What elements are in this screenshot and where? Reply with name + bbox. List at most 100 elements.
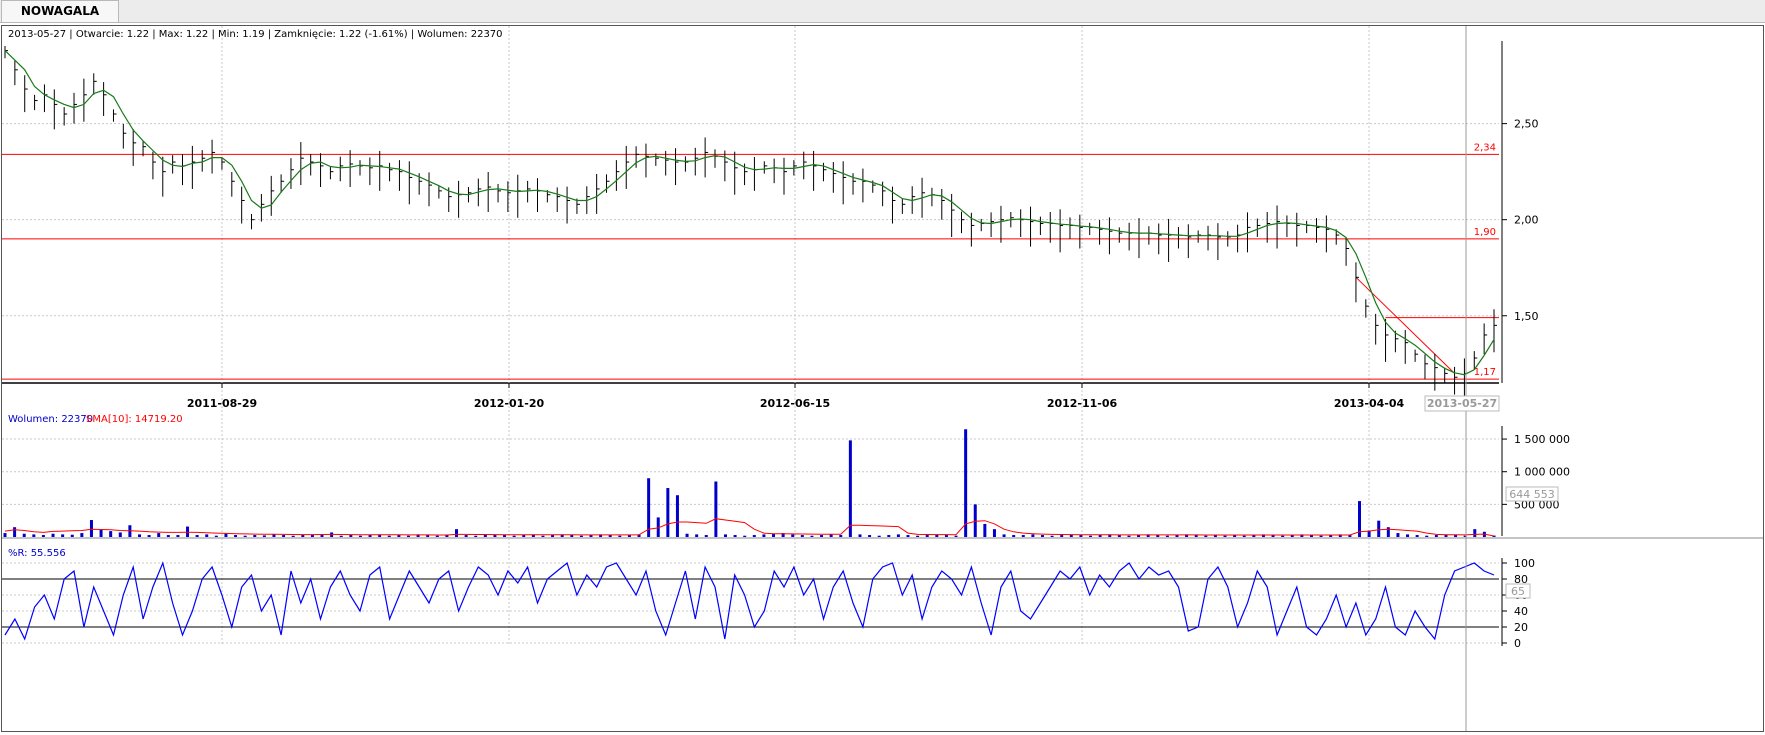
volume-bar: [137, 534, 141, 537]
chart-grid: [2, 26, 1499, 646]
volume-bar: [1454, 535, 1458, 537]
volume-bar: [435, 535, 439, 537]
price-y-tick-label: 1,50: [1514, 310, 1539, 323]
volume-bar: [1319, 535, 1323, 537]
volume-bar: [973, 504, 977, 537]
volume-bar: [1021, 535, 1025, 537]
volume-bar: [752, 535, 756, 537]
volume-bar: [195, 535, 199, 537]
volume-bar: [1031, 534, 1035, 537]
wr-y-tick-label: 40: [1514, 605, 1528, 618]
volume-bar: [1089, 535, 1093, 537]
volume-bar: [224, 533, 228, 537]
volume-bar: [1377, 520, 1381, 537]
volume-bar: [1396, 533, 1400, 537]
current-date-label: 2013-05-27: [1427, 397, 1497, 410]
volume-bar: [868, 535, 872, 537]
volume-bar: [1473, 529, 1477, 537]
volume-bar: [474, 535, 478, 537]
x-tick-label: 2012-11-06: [1047, 397, 1118, 410]
x-tick-label: 2013-04-04: [1334, 397, 1405, 410]
volume-bar: [743, 535, 747, 537]
volume-bar: [339, 535, 343, 537]
volume-bar: [791, 534, 795, 537]
stock-chart[interactable]: 2,34 1,90 1,17 2011-08-29 2012-01-20 2012-06…: [2, 26, 1763, 731]
volume-bar: [1242, 535, 1246, 537]
tab-nowagala[interactable]: NOWAGALA: [1, 0, 119, 22]
volume-bar: [1406, 534, 1410, 537]
volume-bar: [896, 534, 900, 537]
wr-y-tick-label: 100: [1514, 557, 1535, 570]
volume-bar: [80, 533, 84, 537]
volume-bar: [358, 535, 362, 537]
volume-bar: [1002, 534, 1006, 537]
volume-legend-sma: SMA[10]: 14719.20: [86, 414, 183, 425]
volume-bar: [1434, 535, 1438, 537]
volume-bar: [858, 534, 862, 537]
volume-bar: [570, 535, 574, 537]
volume-bar: [906, 535, 910, 537]
volume-bar: [723, 534, 727, 537]
volume-bar: [800, 535, 804, 537]
resistance-lines: 2,34 1,90 1,17: [2, 142, 1499, 380]
volume-bar: [541, 535, 545, 537]
volume-bar: [493, 535, 497, 537]
volume-value-marker: 644 553: [1505, 486, 1559, 502]
volume-bar: [70, 534, 74, 537]
x-tick-label: 2012-06-15: [760, 397, 830, 410]
volume-bar: [848, 440, 852, 537]
volume-bar: [810, 535, 814, 537]
volume-bar: [464, 535, 468, 537]
volume-bar: [1425, 535, 1429, 537]
volume-bar: [839, 535, 843, 537]
volume-bar: [387, 535, 391, 537]
volume-bar: [503, 535, 507, 537]
volume-bar: [1386, 527, 1390, 537]
volume-bar: [1165, 535, 1169, 537]
volume-bar: [1079, 535, 1083, 537]
volume-bar: [685, 533, 689, 537]
price-y-tick-label: 2,50: [1514, 118, 1539, 131]
volume-bar: [61, 534, 65, 537]
volume-bar: [522, 535, 526, 537]
volume-bar: [109, 531, 113, 537]
volume-legend-main: Wolumen: 22370: [8, 414, 93, 425]
volume-bar: [916, 535, 920, 537]
volume-bar: [1012, 535, 1016, 537]
volume-bar: [234, 535, 238, 537]
volume-bar: [262, 535, 266, 537]
volume-bar: [1127, 535, 1131, 537]
price-y-tick-label: 2,00: [1514, 214, 1539, 227]
volume-bar: [704, 535, 708, 537]
wr-y-tick-label: 20: [1514, 621, 1528, 634]
volume-bar: [1050, 535, 1054, 537]
level-label: 2,34: [1474, 142, 1496, 153]
volume-bar: [41, 535, 45, 537]
volume-bar: [32, 534, 36, 537]
volume-bar: [1098, 535, 1102, 537]
volume-bar: [762, 534, 766, 537]
volume-bar: [925, 535, 929, 537]
volume-bars: [3, 429, 1496, 537]
volume-bar: [1223, 535, 1227, 537]
volume-bar: [406, 535, 410, 537]
volume-bar: [99, 529, 103, 537]
volume-bar: [877, 535, 881, 537]
volume-bar: [1281, 535, 1285, 537]
volume-bar: [954, 535, 958, 537]
volume-bar: [1060, 535, 1064, 537]
volume-bar: [983, 523, 987, 537]
wr-value-label: 65: [1511, 585, 1525, 598]
volume-bar: [205, 534, 209, 537]
volume-bar: [455, 529, 459, 537]
volume-y-tick-label: 1 000 000: [1514, 466, 1570, 479]
axis-labels: 2011-08-29 2012-01-20 2012-06-15 2012-11-06…: [187, 118, 1570, 650]
price-bars: [4, 45, 1497, 399]
volume-bar: [214, 535, 218, 537]
volume-bar: [397, 535, 401, 537]
volume-bar: [89, 520, 93, 537]
volume-sma-line: [4, 518, 1495, 537]
volume-bar: [1204, 535, 1208, 537]
wr-legend: %R: 55.556: [8, 548, 66, 559]
volume-bar: [618, 535, 622, 537]
